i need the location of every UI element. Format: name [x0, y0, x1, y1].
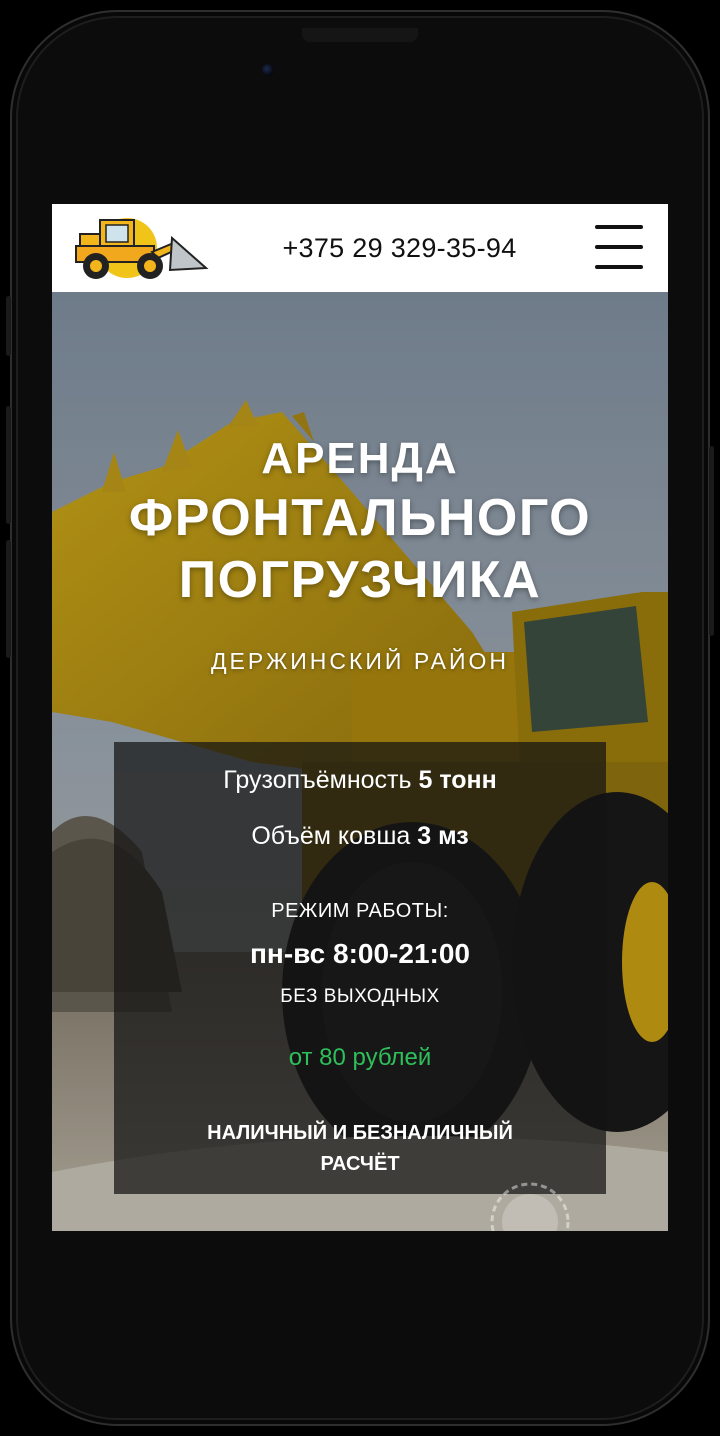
district-subtitle: ДЕРЖИНСКИЙ РАЙОН [210, 648, 509, 674]
payment-line1: НАЛИЧНЫЙ И БЕЗНАЛИЧНЫЙ [207, 1122, 513, 1144]
speaker-notch [302, 28, 418, 42]
capacity-line: Грузопъёмность 5 тонн [114, 766, 606, 795]
hero-title-line1: АРЕНДА [261, 434, 459, 483]
seal-badge-icon [490, 1182, 570, 1231]
capacity-label: Грузопъёмность [223, 766, 412, 794]
bucket-line: Объём ковша 3 мз [114, 822, 606, 851]
phone-number-link[interactable]: +375 29 329-35-94 [262, 230, 537, 266]
hero-title-line3: ПОГРУЗЧИКА [178, 551, 542, 609]
schedule-label: РЕЖИМ РАБОТЫ: [271, 900, 449, 922]
silent-switch [6, 296, 11, 356]
days-off-text: БЕЗ ВЫХОДНЫХ [280, 986, 440, 1007]
front-camera [262, 64, 274, 76]
info-card: Грузопъёмность 5 тонн Объём ковша 3 мз Р… [114, 742, 606, 1194]
schedule-value: пн-вс 8:00-21:00 [250, 938, 470, 969]
hero-title-line2: ФРОНТАЛЬНОГО [128, 489, 592, 547]
site-header: +375 29 329-35-94 [52, 204, 668, 292]
bucket-label: Объём ковша [251, 822, 411, 850]
payment-line2: РАСЧЁТ [320, 1153, 400, 1175]
power-button [709, 446, 714, 636]
bucket-value: 3 мз [417, 822, 469, 850]
hero-section: АРЕНДА ФРОНТАЛЬНОГО ПОГРУЗЧИКА ДЕРЖИНСКИ… [52, 292, 668, 1231]
volume-down-button [6, 540, 11, 658]
front-loader-logo-icon[interactable] [72, 212, 210, 284]
capacity-value: 5 тонн [418, 766, 497, 794]
site-screen: +375 29 329-35-94 АРЕНДА ФРОНТАЛЬНОГО ПО… [52, 204, 668, 1231]
volume-up-button [6, 406, 11, 524]
hamburger-menu-icon[interactable] [592, 222, 644, 272]
price-text: от 80 рублей [288, 1044, 432, 1071]
